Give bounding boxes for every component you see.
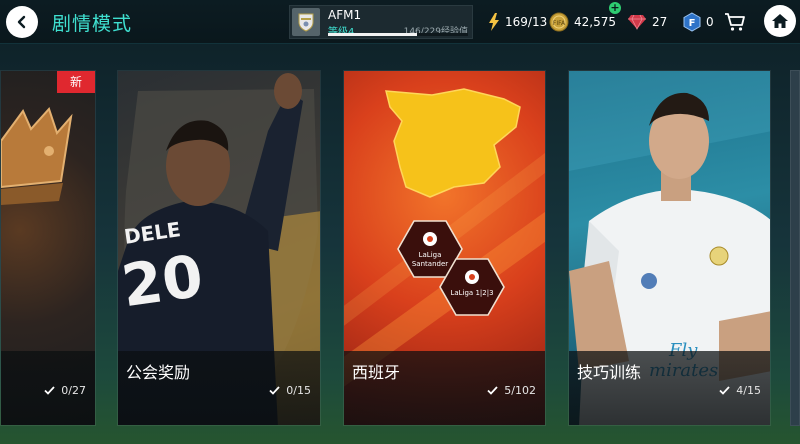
username: AFM1 (328, 8, 362, 22)
coins-value: 42,575 (574, 15, 616, 29)
checkmark-icon (44, 386, 55, 395)
xp-bar (328, 33, 468, 36)
fifa-points-icon: F (683, 12, 701, 32)
card-progress: 0/27 (44, 384, 86, 397)
card-title: 西班牙 (352, 363, 401, 382)
gem-icon (627, 14, 647, 30)
club-badge-icon (292, 8, 320, 36)
story-card-skill-training[interactable]: Fly mirates 技巧训练 4/15 (568, 70, 771, 426)
store-button[interactable] (724, 12, 751, 32)
page-title: 剧情模式 (52, 13, 133, 35)
svg-text:F: F (689, 18, 696, 29)
home-button[interactable] (764, 5, 796, 37)
energy-stat[interactable]: 169/13 (488, 12, 547, 32)
gems-value: 27 (652, 15, 668, 29)
checkmark-icon (269, 386, 280, 395)
card-title: 公会奖励 (126, 363, 191, 382)
coins-stat[interactable]: FIFA 42,575 (549, 12, 616, 32)
card-progress-text: 4/15 (736, 384, 761, 397)
laliga-123-line1: LaLiga (450, 289, 474, 297)
energy-value: 169/13 (505, 15, 548, 29)
card-footer: 西班牙 5/102 (344, 351, 545, 425)
fifa-points-value: 0 (706, 15, 714, 29)
card-progress: 4/15 (719, 384, 761, 397)
back-arrow-icon (17, 15, 26, 29)
card-progress-text: 0/15 (286, 384, 311, 397)
card-progress: 0/15 (269, 384, 311, 397)
laliga-123-line2: 1|2|3 (475, 289, 494, 297)
card-footer: 公会奖励 0/15 (118, 351, 320, 425)
card-progress: 5/102 (487, 384, 536, 397)
svg-text:FIFA: FIFA (553, 20, 566, 27)
card-title: 技巧训练 (577, 363, 642, 382)
card-footer: 0/27 (1, 351, 95, 425)
lightning-icon (488, 13, 500, 31)
story-card-spain[interactable]: LaLiga Santander LaLiga 1|2|3 西班牙 5/102 (343, 70, 546, 426)
story-card-5[interactable] (790, 70, 800, 426)
story-card-guild-rewards[interactable]: DELE 20 公会奖励 0/15 (117, 70, 321, 426)
home-icon (772, 14, 788, 28)
profile-panel[interactable]: AFM1 等级4 146/229经验值 (289, 5, 473, 39)
xp-bar-fill (328, 33, 418, 36)
top-bar: 剧情模式 AFM1 等级4 146/229经验值 169/13 + F (0, 0, 800, 44)
checkmark-icon (719, 386, 730, 395)
jersey-number: 20 (117, 241, 208, 321)
new-badge: 新 (57, 71, 95, 93)
card-progress-text: 5/102 (504, 384, 536, 397)
fifa-points-stat[interactable]: F 0 (683, 12, 714, 32)
gems-stat[interactable]: 27 (627, 12, 667, 32)
back-button[interactable] (6, 6, 38, 38)
laliga-santander-line2: Santander (411, 260, 449, 268)
checkmark-icon (487, 386, 498, 395)
story-card-1[interactable]: 新 0/27 (0, 70, 96, 426)
shopping-cart-icon (724, 12, 746, 32)
coin-icon: FIFA (549, 12, 569, 32)
laliga-santander-line1: LaLiga (418, 251, 442, 259)
card-footer: 技巧训练 4/15 (569, 351, 770, 425)
card-progress-text: 0/27 (61, 384, 86, 397)
